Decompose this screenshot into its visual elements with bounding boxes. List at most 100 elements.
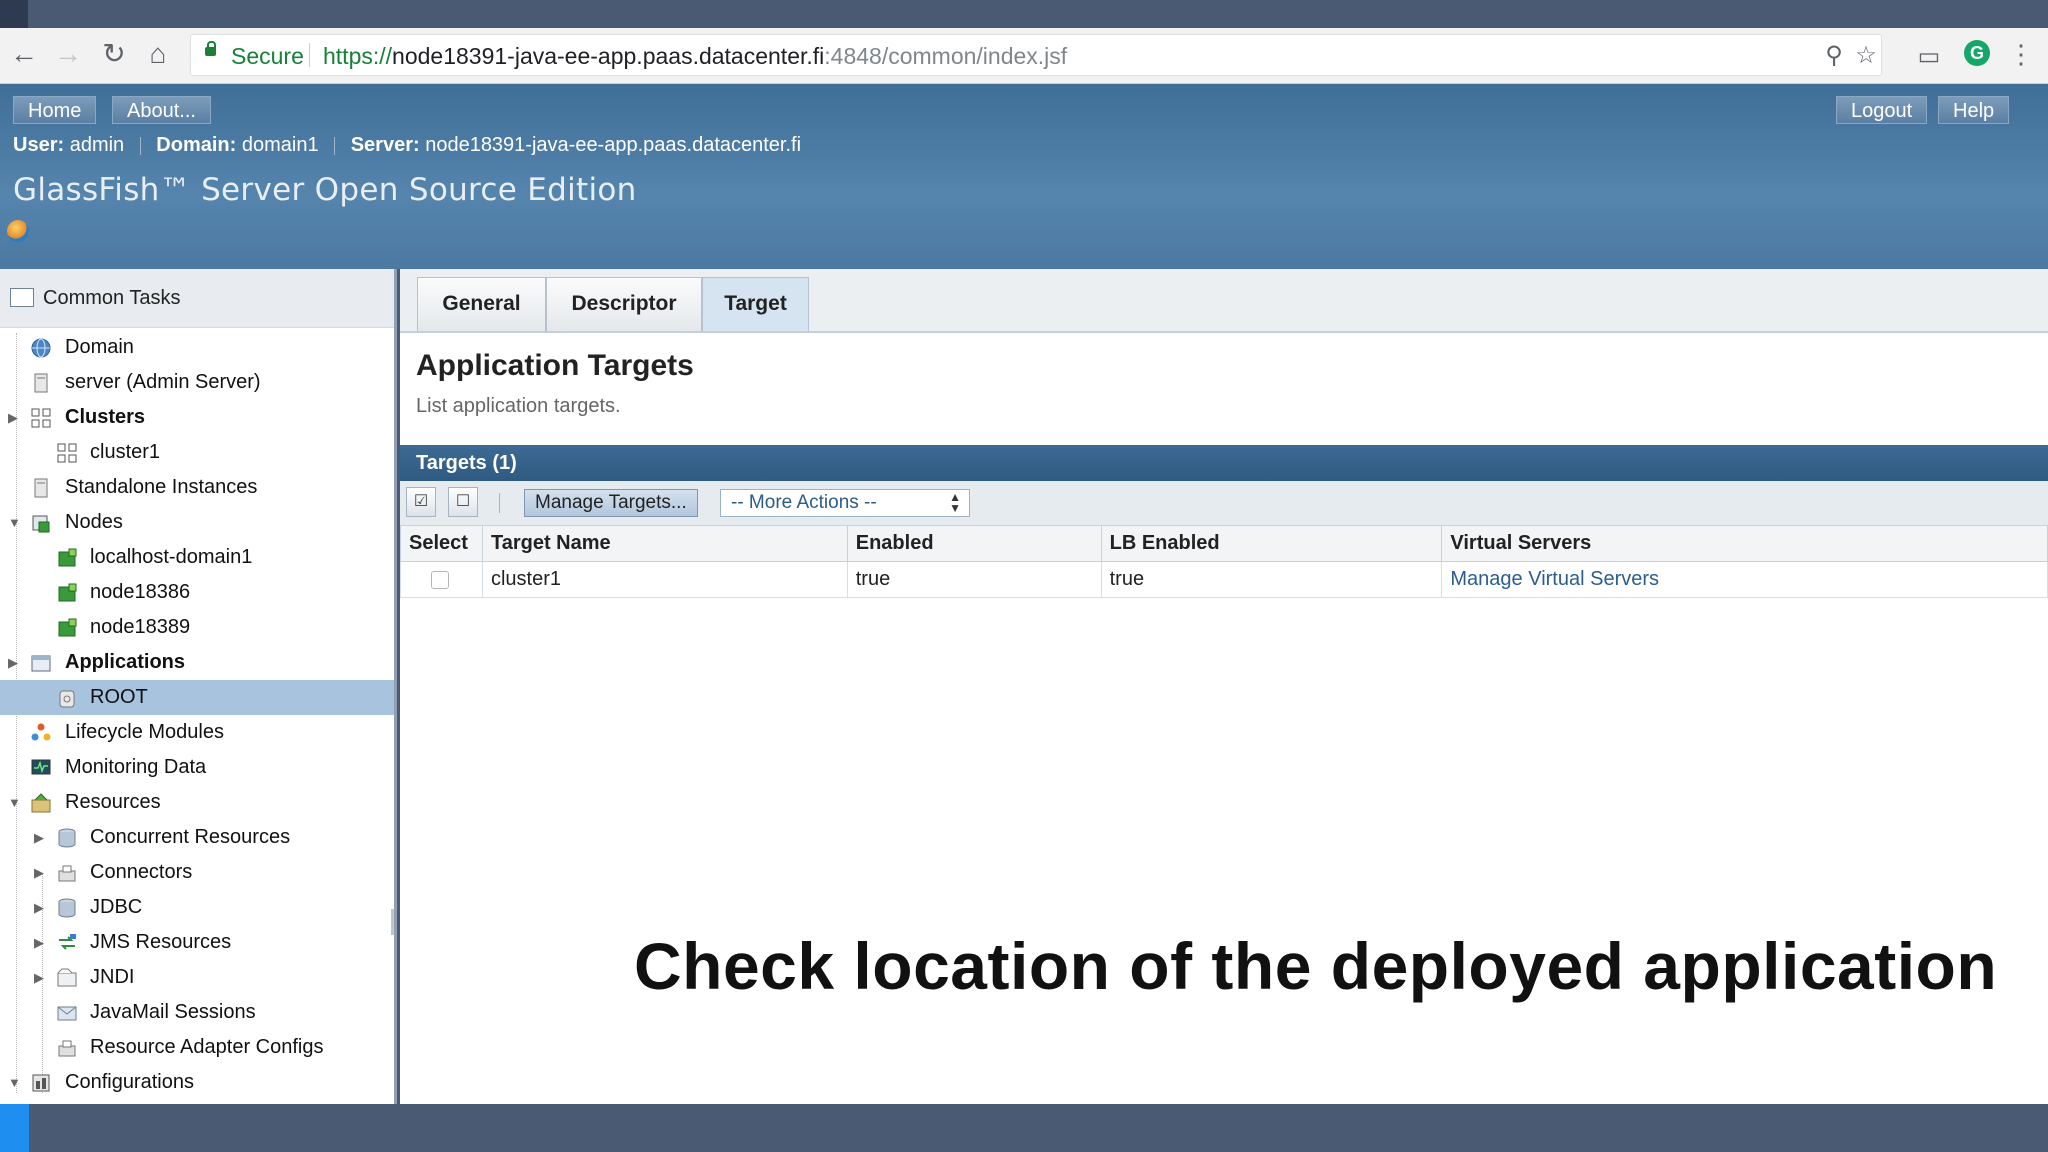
tree-item-root[interactable]: ROOT bbox=[0, 680, 394, 715]
more-actions-select[interactable]: -- More Actions -- ▲ ▼ bbox=[720, 489, 970, 517]
collapse-arrow-icon[interactable]: ▼ bbox=[8, 1075, 21, 1090]
tree-item-clusters[interactable]: ▶ Clusters bbox=[0, 400, 394, 435]
nodes-icon bbox=[32, 515, 50, 533]
tree-item-jms-resources[interactable]: ▶ JMS Resources bbox=[0, 925, 394, 960]
tree-item-label: Lifecycle Modules bbox=[65, 721, 224, 743]
bookmark-star-icon[interactable]: ☆ bbox=[1853, 43, 1879, 69]
column-header-enabled[interactable]: Enabled bbox=[846, 525, 1102, 562]
node-icon bbox=[58, 618, 77, 637]
back-arrow-icon[interactable]: ← bbox=[8, 38, 40, 70]
column-header-virtual-servers[interactable]: Virtual Servers bbox=[1441, 525, 2048, 562]
tree-item-node18389[interactable]: node18389 bbox=[0, 610, 394, 645]
tree-item-concurrent-resources[interactable]: ▶ Concurrent Resources bbox=[0, 820, 394, 855]
tree-item-label: Resources bbox=[65, 791, 161, 813]
tree-item-label: Concurrent Resources bbox=[90, 826, 291, 848]
logout-button[interactable]: Logout bbox=[1836, 96, 1928, 124]
monitor-icon bbox=[31, 759, 51, 775]
tree-item-label: server (Admin Server) bbox=[65, 371, 261, 393]
tree-item-resources[interactable]: ▼ Resources bbox=[0, 785, 394, 820]
sidebar-resize-handle[interactable] bbox=[391, 909, 394, 935]
page-title: Application Targets bbox=[416, 349, 694, 382]
expand-arrow-icon[interactable]: ▶ bbox=[34, 970, 44, 986]
tree-item-label: JDBC bbox=[90, 896, 143, 918]
tree-item-configurations[interactable]: ▼ Configurations bbox=[0, 1065, 394, 1100]
jndi-icon bbox=[57, 968, 77, 987]
tab-target[interactable]: Target bbox=[702, 277, 809, 331]
tree-item-jdbc[interactable]: ▶ JDBC bbox=[0, 890, 394, 925]
cast-icon[interactable]: ▭ bbox=[1916, 44, 1942, 70]
about-button[interactable]: About... bbox=[112, 96, 211, 124]
tree-item-label: Connectors bbox=[90, 861, 193, 883]
collapse-arrow-icon[interactable]: ▼ bbox=[8, 795, 21, 810]
tree-item-label: Applications bbox=[65, 651, 186, 673]
forward-arrow-icon[interactable]: → bbox=[52, 38, 84, 70]
column-header-target-name[interactable]: Target Name bbox=[481, 525, 848, 562]
manage-virtual-servers-link[interactable]: Manage Virtual Servers bbox=[1450, 568, 1659, 590]
tree-item-domain[interactable]: Domain bbox=[0, 330, 394, 365]
address-bar[interactable]: Secure https://node18391-java-ee-app.paa… bbox=[190, 34, 1882, 76]
table-actions-bar: ☑ ☐ Manage Targets... -- More Actions --… bbox=[400, 481, 2048, 526]
resources-icon bbox=[31, 793, 51, 813]
navigation-tree: Common Tasks Domain server (Admin Server… bbox=[0, 269, 397, 1104]
column-header-select[interactable]: Select bbox=[400, 525, 483, 562]
grammarly-extension-icon[interactable]: G bbox=[1964, 40, 1990, 66]
tree-item-nodes[interactable]: ▼ Nodes bbox=[0, 505, 394, 540]
status-globe-icon[interactable] bbox=[7, 220, 29, 242]
deselect-all-icon[interactable]: ☐ bbox=[448, 487, 478, 517]
server-icon bbox=[34, 373, 48, 393]
server-icon bbox=[34, 478, 48, 498]
key-icon[interactable]: ⚲ bbox=[1821, 43, 1847, 69]
tab-descriptor[interactable]: Descriptor bbox=[546, 277, 702, 331]
tree-item-label: Resource Adapter Configs bbox=[90, 1036, 324, 1058]
common-tasks-header[interactable]: Common Tasks bbox=[0, 269, 394, 328]
expand-arrow-icon[interactable]: ▶ bbox=[8, 655, 18, 671]
home-button[interactable]: Home bbox=[13, 96, 97, 124]
tree-item-javamail-sessions[interactable]: JavaMail Sessions bbox=[0, 995, 394, 1030]
top-strip bbox=[0, 0, 2048, 28]
tree-item-localhost-domain1[interactable]: localhost-domain1 bbox=[0, 540, 394, 575]
tree-item-resource-adapter-configs[interactable]: Resource Adapter Configs bbox=[0, 1030, 394, 1065]
url-text[interactable]: https://node18391-java-ee-app.paas.datac… bbox=[323, 43, 1067, 70]
tree-item-standalone-instances[interactable]: Standalone Instances bbox=[0, 470, 394, 505]
product-name: GlassFish™ Server Open Source Edition bbox=[13, 172, 637, 208]
tree-item-jndi[interactable]: ▶ JNDI bbox=[0, 960, 394, 995]
browser-toolbar: ← → ↻ ⌂ Secure https://node18391-java-ee… bbox=[0, 28, 2048, 84]
page-description: List application targets. bbox=[416, 395, 621, 417]
lifecycle-icon bbox=[31, 723, 51, 741]
expand-arrow-icon[interactable]: ▶ bbox=[8, 410, 18, 426]
tab-general[interactable]: General bbox=[417, 277, 546, 331]
connector-icon bbox=[58, 865, 76, 882]
tree-item-label: Nodes bbox=[65, 511, 123, 533]
tree-item-label: node18389 bbox=[90, 616, 191, 638]
tree-item-connectors[interactable]: ▶ Connectors bbox=[0, 855, 394, 890]
tree-item-monitoring-data[interactable]: Monitoring Data bbox=[0, 750, 394, 785]
manage-targets-button[interactable]: Manage Targets... bbox=[524, 489, 698, 517]
web-app-icon bbox=[59, 690, 75, 708]
user-info: User: admin Domain: domain1 Server: node… bbox=[13, 134, 801, 157]
tree-item-admin-server[interactable]: server (Admin Server) bbox=[0, 365, 394, 400]
virtual-servers-cell: Manage Virtual Servers bbox=[1441, 561, 2048, 598]
masthead: Home About... Logout Help User: admin Do… bbox=[0, 84, 2048, 269]
expand-arrow-icon[interactable]: ▶ bbox=[34, 865, 44, 881]
tree-item-label: Configurations bbox=[65, 1071, 194, 1093]
browser-menu-icon[interactable]: ⋮ bbox=[2008, 38, 2034, 70]
tree-item-node18386[interactable]: node18386 bbox=[0, 575, 394, 610]
row-checkbox[interactable] bbox=[431, 570, 449, 589]
column-header-lb-enabled[interactable]: LB Enabled bbox=[1100, 525, 1443, 562]
help-button[interactable]: Help bbox=[1938, 96, 2010, 124]
tree-item-cluster1[interactable]: cluster1 bbox=[0, 435, 394, 470]
tree-item-applications[interactable]: ▶ Applications bbox=[0, 645, 394, 680]
domain-value: domain1 bbox=[236, 134, 319, 156]
video-caption: Check location of the deployed applicati… bbox=[634, 929, 1998, 1003]
select-cell bbox=[400, 561, 483, 598]
expand-arrow-icon[interactable]: ▶ bbox=[34, 900, 44, 916]
collapse-arrow-icon[interactable]: ▼ bbox=[8, 515, 21, 530]
tree-item-lifecycle-modules[interactable]: Lifecycle Modules bbox=[0, 715, 394, 750]
reload-icon[interactable]: ↻ bbox=[98, 38, 130, 70]
select-all-icon[interactable]: ☑ bbox=[406, 487, 436, 517]
select-arrows-icon: ▲ ▼ bbox=[949, 490, 961, 515]
expand-arrow-icon[interactable]: ▶ bbox=[34, 830, 44, 846]
configurations-icon bbox=[32, 1074, 50, 1092]
expand-arrow-icon[interactable]: ▶ bbox=[34, 935, 44, 951]
home-icon[interactable]: ⌂ bbox=[142, 38, 174, 70]
